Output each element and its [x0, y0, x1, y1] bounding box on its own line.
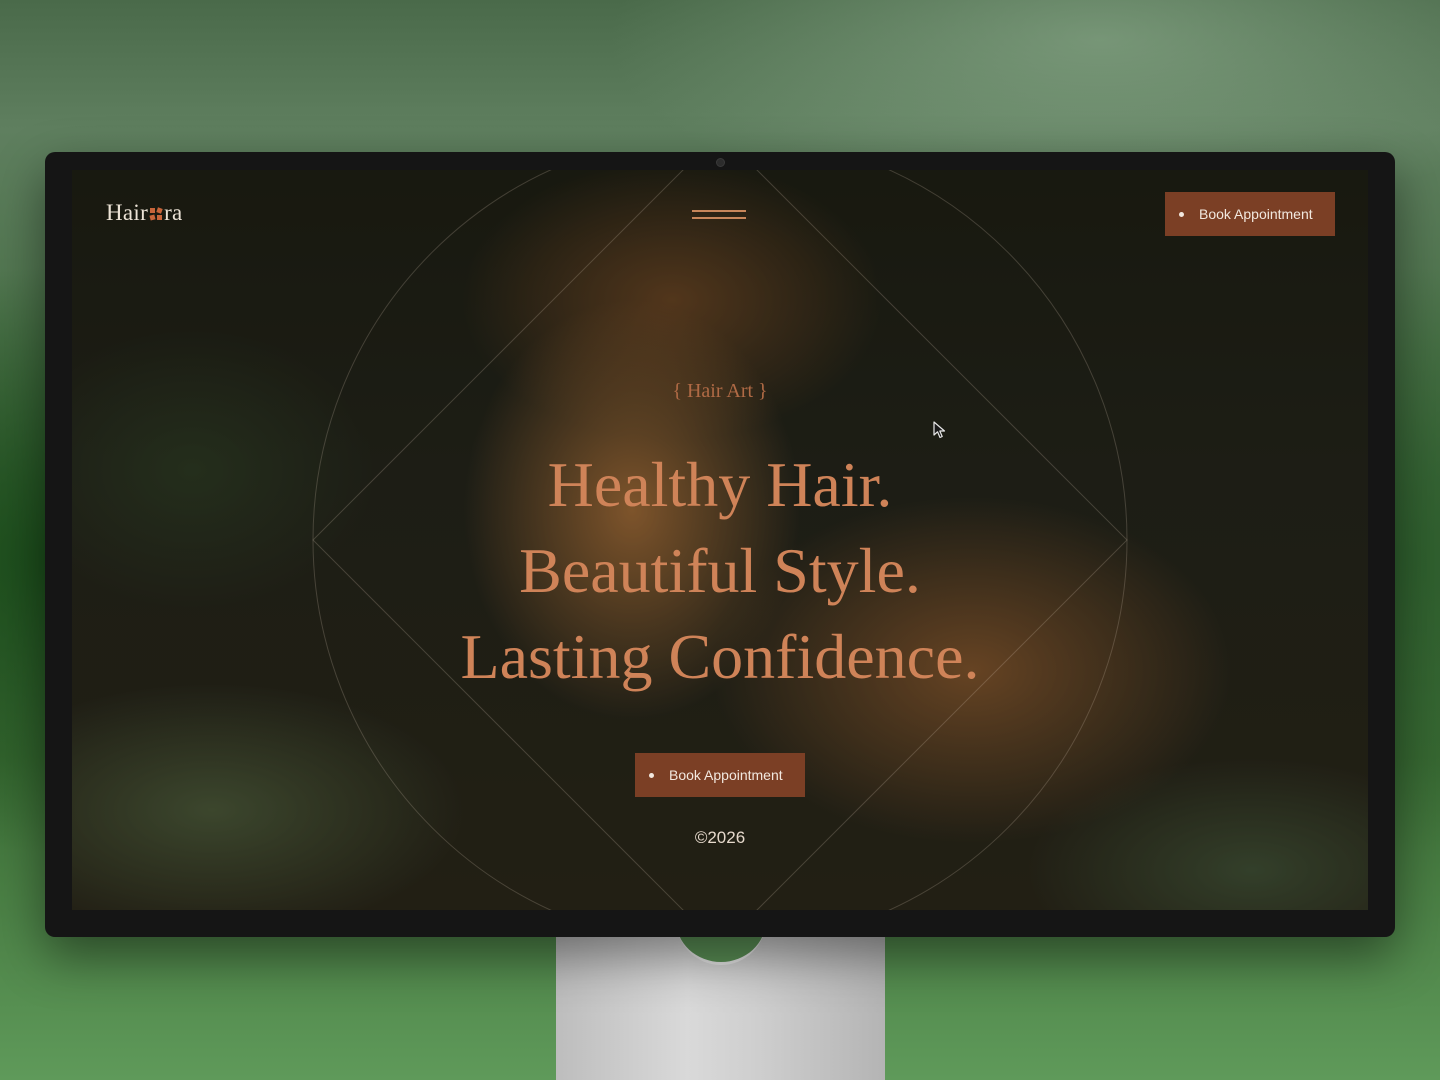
headline-line-2: Beautiful Style. — [519, 535, 921, 606]
hero-book-appointment-label: Book Appointment — [669, 767, 783, 783]
site-logo[interactable]: Hair ra — [106, 200, 183, 226]
mouse-cursor-icon — [933, 421, 946, 439]
menu-line — [692, 210, 746, 212]
logo-mark-icon — [149, 207, 163, 221]
headline-line-3: Lasting Confidence. — [460, 621, 980, 692]
hamburger-menu-icon[interactable] — [692, 208, 746, 220]
hero-headline: Healthy Hair. Beautiful Style. Lasting C… — [72, 442, 1368, 700]
nav-book-appointment-label: Book Appointment — [1199, 206, 1313, 222]
headline-line-1: Healthy Hair. — [547, 449, 893, 520]
monitor-frame: Hair ra Book Appointment { Hair Art } Hea… — [45, 152, 1395, 937]
hero-eyebrow: { Hair Art } — [672, 380, 768, 402]
bullet-dot-icon — [649, 772, 654, 778]
copyright-text: ©2026 — [694, 828, 746, 847]
camera-icon — [716, 158, 725, 167]
logo-suffix: ra — [164, 200, 183, 225]
menu-line — [692, 217, 746, 219]
nav-book-appointment-button[interactable]: Book Appointment — [1165, 192, 1335, 236]
logo-prefix: Hair — [106, 200, 149, 225]
bullet-dot-icon — [1179, 211, 1184, 217]
hero-book-appointment-button[interactable]: Book Appointment — [635, 753, 805, 797]
website-screen: Hair ra Book Appointment { Hair Art } Hea… — [72, 170, 1368, 910]
